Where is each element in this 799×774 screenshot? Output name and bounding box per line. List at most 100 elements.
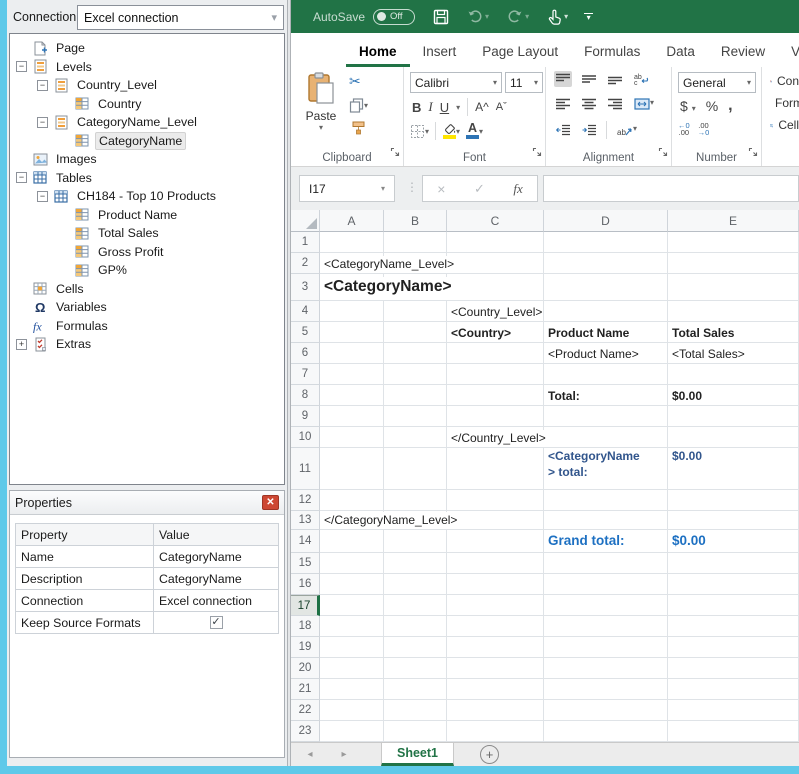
collapse-icon[interactable]: − [37,80,48,91]
decrease-decimal-button[interactable]: .00→0 [698,122,710,136]
cell-C19[interactable] [447,637,544,658]
font-size-combo[interactable]: 11 ▾ [505,72,543,93]
clipboard-dialog-launcher[interactable] [390,144,400,162]
tree-item-country-level[interactable]: −Country_Level [10,76,284,95]
autosave-toggle[interactable]: Off [373,9,415,25]
cell-D8[interactable]: Total: [544,385,668,406]
borders-button[interactable]: ▾ [410,124,429,139]
row-header-9[interactable]: 9 [291,406,320,427]
customize-quick-access-toolbar-button[interactable]: ▾ [584,13,593,21]
tab-view[interactable]: View [778,44,799,67]
cell-E17[interactable] [668,595,799,616]
row-header-4[interactable]: 4 [291,301,320,322]
row-header-18[interactable]: 18 [291,616,320,637]
row-header-2[interactable]: 2 [291,253,320,274]
cell-C1[interactable] [447,232,544,253]
cell-A13[interactable]: </CategoryName_Level> [320,511,384,530]
format-as-table-button[interactable]: Form [770,96,799,110]
row-header-14[interactable]: 14 [291,530,320,553]
cell-C4[interactable]: <Country_Level> [447,301,544,322]
bottom-align-button[interactable] [606,71,624,87]
align-left-button[interactable] [554,96,572,112]
number-format-combo[interactable]: General ▾ [678,72,756,93]
cell-B12[interactable] [384,490,447,511]
merge-center-button[interactable]: ▾ [632,96,656,112]
cell-C20[interactable] [447,658,544,679]
column-header-A[interactable]: A [320,210,384,232]
cell-D12[interactable] [544,490,668,511]
tree-item-categoryname[interactable]: CategoryName [10,132,284,151]
cell-A9[interactable] [320,406,384,427]
connection-dropdown[interactable]: Excel connection ▾ [77,5,284,30]
cell-E14[interactable]: $0.00 [668,530,799,553]
sheet-nav-prev-icon[interactable]: ◂ [291,743,329,766]
property-value[interactable]: ✓ [154,612,279,634]
cell-B22[interactable] [384,700,447,721]
cell-B20[interactable] [384,658,447,679]
increase-font-size-button[interactable]: A^ [475,100,489,114]
name-box[interactable]: I17 ▾ [299,175,395,202]
alignment-dialog-launcher[interactable] [658,144,668,162]
cell-A14[interactable] [320,530,384,553]
row-header-3[interactable]: 3 [291,274,320,301]
cell-C16[interactable] [447,574,544,595]
cell-A22[interactable] [320,700,384,721]
tab-insert[interactable]: Insert [410,44,470,67]
property-value[interactable]: CategoryName [154,546,279,568]
cell-D15[interactable] [544,553,668,574]
cell-C5[interactable]: <Country> [447,322,544,343]
cell-B18[interactable] [384,616,447,637]
cell-A15[interactable] [320,553,384,574]
font-dialog-launcher[interactable] [532,144,542,162]
top-align-button[interactable] [554,71,572,87]
cell-D3[interactable] [544,274,668,301]
cell-E10[interactable] [668,427,799,448]
wrap-text-button[interactable]: abc [632,71,652,87]
cell-E5[interactable]: Total Sales [668,322,799,343]
paste-button[interactable]: Paste ▾ [298,72,344,144]
cell-C11[interactable] [447,448,544,490]
collapse-icon[interactable]: − [37,117,48,128]
tree-item-levels[interactable]: −Levels [10,58,284,77]
cell-D2[interactable] [544,253,668,274]
increase-indent-button[interactable] [580,122,598,138]
collapse-icon[interactable]: − [16,61,27,72]
tree-item-gross-profit[interactable]: Gross Profit [10,243,284,262]
tree-item-gp[interactable]: GP% [10,261,284,280]
decrease-indent-button[interactable] [554,122,572,138]
row-header-6[interactable]: 6 [291,343,320,364]
tree-item-categoryname-level[interactable]: −CategoryName_Level [10,113,284,132]
new-sheet-button[interactable]: + [480,745,499,764]
cell-A3[interactable]: <CategoryName> [320,274,384,301]
cell-A21[interactable] [320,679,384,700]
cell-A23[interactable] [320,721,384,742]
cell-D20[interactable] [544,658,668,679]
comma-style-button[interactable]: , [728,97,732,115]
cell-A12[interactable] [320,490,384,511]
tree-item-variables[interactable]: ΩVariables [10,298,284,317]
format-painter-button[interactable] [349,121,368,136]
cell-D18[interactable] [544,616,668,637]
tree-item-extras[interactable]: +Extras [10,335,284,354]
cell-D23[interactable] [544,721,668,742]
row-header-23[interactable]: 23 [291,721,320,742]
cell-B5[interactable] [384,322,447,343]
property-value[interactable]: Excel connection [154,590,279,612]
fill-color-button[interactable]: ▾ [442,123,460,139]
middle-align-button[interactable] [580,71,598,87]
underline-menu-chevron[interactable]: ▾ [456,103,460,112]
cell-C23[interactable] [447,721,544,742]
cell-E7[interactable] [668,364,799,385]
cell-A11[interactable] [320,448,384,490]
cell-D21[interactable] [544,679,668,700]
cell-B14[interactable] [384,530,447,553]
cell-B9[interactable] [384,406,447,427]
cell-D11[interactable]: <CategoryName > total: [544,448,668,490]
cell-B17[interactable] [384,595,447,616]
cell-A8[interactable] [320,385,384,406]
cell-D17[interactable] [544,595,668,616]
tree-item-product-name[interactable]: Product Name [10,206,284,225]
cell-C7[interactable] [447,364,544,385]
cell-C6[interactable] [447,343,544,364]
cell-A16[interactable] [320,574,384,595]
